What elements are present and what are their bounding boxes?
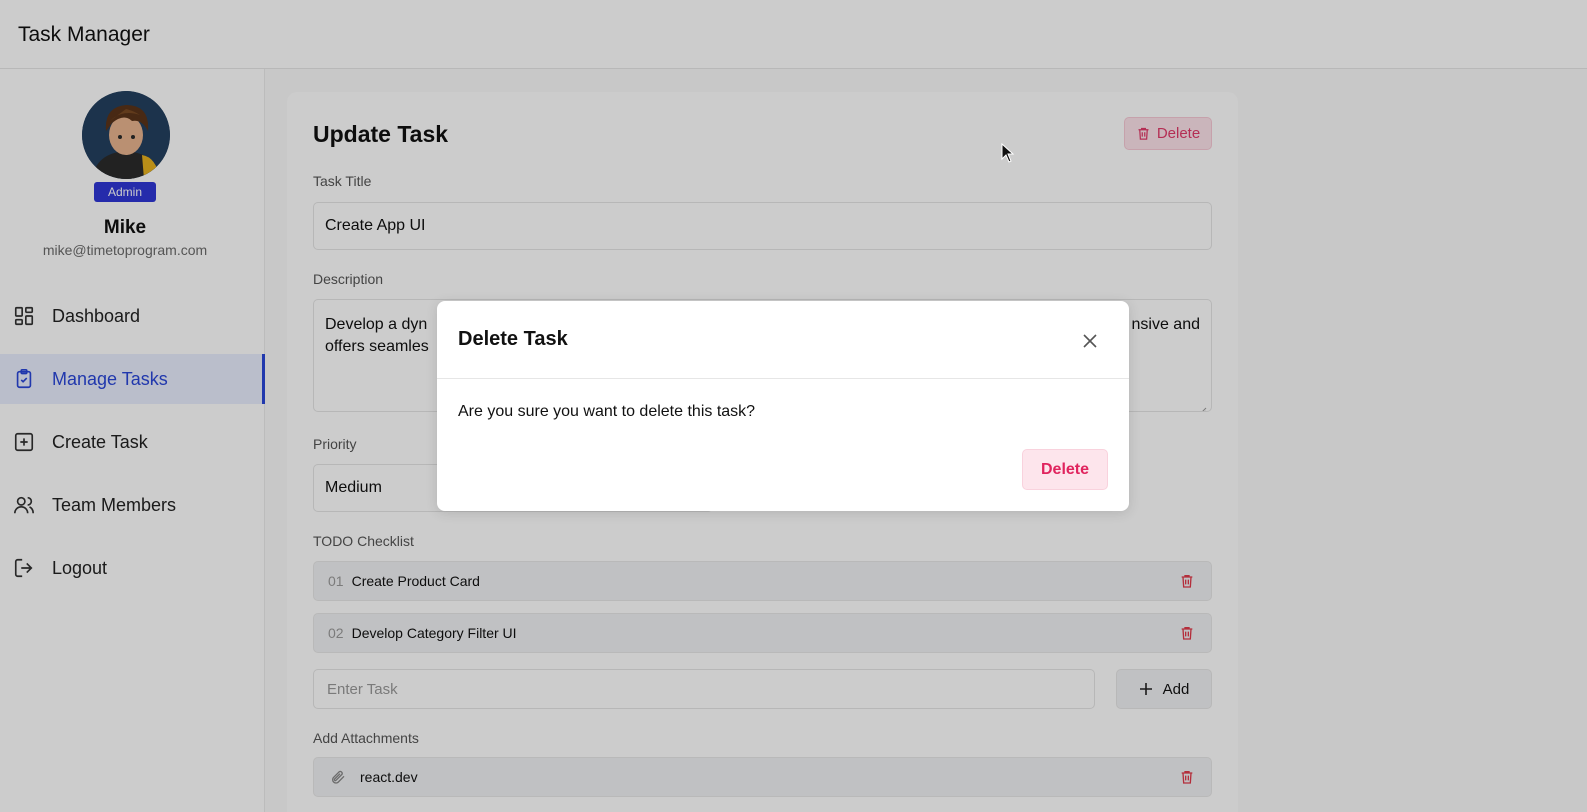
cursor-icon <box>1001 142 1015 168</box>
confirm-delete-button[interactable]: Delete <box>1022 449 1108 490</box>
dialog-message: Are you sure you want to delete this tas… <box>458 403 756 420</box>
close-icon[interactable] <box>1080 331 1100 351</box>
dialog-title: Delete Task <box>458 328 568 350</box>
delete-task-dialog: Delete Task Are you sure you want to del… <box>437 301 1129 511</box>
dialog-header: Delete Task <box>437 301 1129 379</box>
